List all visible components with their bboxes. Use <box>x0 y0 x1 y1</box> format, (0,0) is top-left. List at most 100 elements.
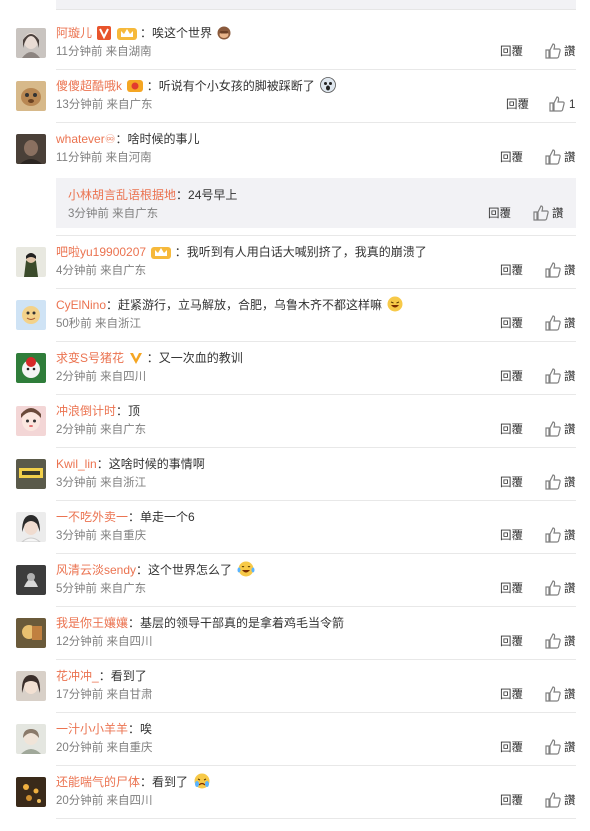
thumbs-up-icon[interactable] <box>548 95 566 113</box>
reply-button[interactable]: 回覆 <box>500 316 523 332</box>
reply-button[interactable]: 回覆 <box>506 97 529 113</box>
reply-button[interactable]: 回覆 <box>488 206 511 222</box>
v-badge-icon <box>129 351 143 370</box>
avatar[interactable] <box>16 353 46 383</box>
comment-meta: 3分钟前 来自重庆 <box>56 530 147 542</box>
reply-button[interactable]: 回覆 <box>500 263 523 279</box>
username-link[interactable]: 吧啦yu19900207 <box>56 245 146 259</box>
like-button-label[interactable]: 讚 <box>564 150 576 166</box>
thumbs-up-icon[interactable] <box>544 579 562 597</box>
thumbs-up-icon[interactable] <box>544 314 562 332</box>
comment-text: ：唉这个世界 <box>140 26 213 40</box>
thumbs-up-icon[interactable] <box>544 261 562 279</box>
comment-line: 我是你王孃孃：基层的领导干部真的是拿着鸡毛当令箭 <box>56 614 344 632</box>
thumbs-up-icon[interactable] <box>532 204 550 222</box>
comment-line: 冲浪倒计时：顶 <box>56 402 140 420</box>
username-link[interactable]: 傻傻超酷哦k <box>56 79 122 93</box>
reply-button[interactable]: 回覆 <box>500 44 523 60</box>
comment-meta: 5分钟前 来自广东 <box>56 583 147 595</box>
like-button-label[interactable]: 讚 <box>564 44 576 60</box>
avatar[interactable] <box>16 300 46 330</box>
avatar[interactable] <box>16 247 46 277</box>
username-link[interactable]: 求变S号猪花 <box>56 351 124 365</box>
like-button-label[interactable]: 讚 <box>564 528 576 544</box>
comment-line: whatever♾：啥时候的事儿 <box>56 130 199 148</box>
reply-button[interactable]: 回覆 <box>500 581 523 597</box>
reply-button[interactable]: 回覆 <box>500 369 523 385</box>
username-link[interactable]: 还能喘气的尸体 <box>56 775 140 789</box>
username-link[interactable]: 花冲冲_ <box>56 669 99 683</box>
avatar[interactable] <box>16 671 46 701</box>
username-link[interactable]: CyElNino <box>56 298 106 312</box>
reply-button[interactable]: 回覆 <box>500 687 523 703</box>
username-link[interactable]: 我是你王孃孃 <box>56 616 128 630</box>
comment-line: 吧啦yu19900207 ：我听到有人用白话大喊别挤了，我真的崩溃了 <box>56 243 427 261</box>
avatar[interactable] <box>16 724 46 754</box>
thumbs-up-icon[interactable] <box>544 738 562 756</box>
thumbs-up-icon[interactable] <box>544 420 562 438</box>
like-button-label[interactable]: 讚 <box>564 581 576 597</box>
username-link[interactable]: 冲浪倒计时 <box>56 404 116 418</box>
username-link[interactable]: 一汁小小羊羊 <box>56 722 128 736</box>
thumbs-up-icon[interactable] <box>544 526 562 544</box>
username-link[interactable]: 小林胡言乱语根据地 <box>68 188 176 202</box>
reply-button[interactable]: 回覆 <box>500 793 523 809</box>
like-button-label[interactable]: 讚 <box>564 369 576 385</box>
avatar[interactable] <box>16 777 46 807</box>
reply-button[interactable]: 回覆 <box>500 475 523 491</box>
comment-line: 风清云淡sendy：这个世界怎么了 <box>56 561 255 579</box>
divider <box>56 447 576 448</box>
username-link[interactable]: 阿璇儿 <box>56 26 92 40</box>
reply-button[interactable]: 回覆 <box>500 528 523 544</box>
reply-button[interactable]: 回覆 <box>500 740 523 756</box>
avatar[interactable] <box>16 512 46 542</box>
comment-text: ：啥时候的事儿 <box>115 132 200 146</box>
like-button-label[interactable]: 讚 <box>564 793 576 809</box>
level-badge-icon <box>127 79 144 98</box>
comment-line: 一不吃外卖一：单走一个6 <box>56 508 195 526</box>
thumbs-up-icon[interactable] <box>544 42 562 60</box>
reply-button[interactable]: 回覆 <box>500 422 523 438</box>
comment-meta: 50秒前 来自浙江 <box>56 318 141 330</box>
like-button-label[interactable]: 讚 <box>564 687 576 703</box>
comment-text: ：看到了 <box>140 775 189 789</box>
comment-meta: 3分钟前 来自广东 <box>68 208 159 220</box>
like-button-label[interactable]: 讚 <box>564 263 576 279</box>
comment-line: CyElNino：赶紧游行，立马解放，合肥，乌鲁木齐不都这样嘛 <box>56 296 403 314</box>
avatar[interactable] <box>16 81 46 111</box>
reply-button[interactable]: 回覆 <box>500 634 523 650</box>
divider <box>56 341 576 342</box>
username-link[interactable]: 一不吃外卖一 <box>56 510 128 524</box>
like-button-label[interactable]: 讚 <box>564 422 576 438</box>
username-link[interactable]: 风清云淡sendy <box>56 563 136 577</box>
divider <box>56 69 576 70</box>
avatar[interactable] <box>16 134 46 164</box>
like-button-label[interactable]: 讚 <box>564 740 576 756</box>
crying-emoji-icon <box>193 773 211 794</box>
avatar[interactable] <box>16 406 46 436</box>
like-button-label[interactable]: 讚 <box>564 475 576 491</box>
like-button-label[interactable]: 讚 <box>564 634 576 650</box>
username-link[interactable]: whatever♾ <box>56 132 115 146</box>
avatar[interactable] <box>16 618 46 648</box>
like-count[interactable]: 1 <box>569 97 575 113</box>
thumbs-up-icon[interactable] <box>544 791 562 809</box>
reply-button[interactable]: 回覆 <box>500 150 523 166</box>
avatar[interactable] <box>16 565 46 595</box>
thumbs-up-icon[interactable] <box>544 685 562 703</box>
comment-line: 求变S号猪花 ：又一次血的教训 <box>56 349 243 367</box>
comment-text: ：又一次血的教训 <box>146 351 243 365</box>
comment-meta: 4分钟前 来自广东 <box>56 265 147 277</box>
sub-reply-box: 小林胡言乱语根据地：24号早上 3分钟前 来自广东 回覆 讚 <box>56 178 576 228</box>
thumbs-up-icon[interactable] <box>544 148 562 166</box>
like-button-label[interactable]: 讚 <box>564 316 576 332</box>
username-link[interactable]: Kwil_lin <box>56 457 97 471</box>
like-button-label[interactable]: 讚 <box>552 206 564 222</box>
avatar[interactable] <box>16 28 46 58</box>
thumbs-up-icon[interactable] <box>544 632 562 650</box>
comment-meta: 3分钟前 来自浙江 <box>56 477 147 489</box>
comment-line: 一汁小小羊羊：唉 <box>56 720 152 738</box>
thumbs-up-icon[interactable] <box>544 473 562 491</box>
avatar[interactable] <box>16 459 46 489</box>
thumbs-up-icon[interactable] <box>544 367 562 385</box>
